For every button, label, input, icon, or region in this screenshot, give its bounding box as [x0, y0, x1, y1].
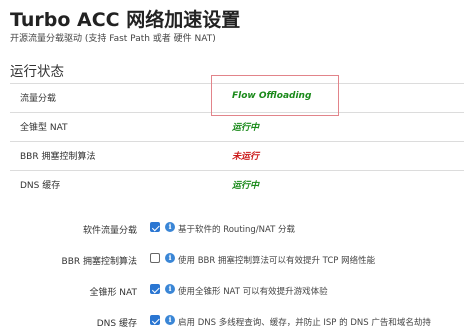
status-row-fullcone-nat: 全锥型 NAT 运行中 [10, 112, 464, 141]
fullcone-nat-checkbox[interactable] [150, 284, 160, 294]
status-value: 运行中 [232, 181, 260, 191]
config-help-text: 基于软件的 Routing/NAT 分载 [178, 225, 296, 235]
status-section-title: 运行状态 [10, 64, 64, 80]
info-circle-icon: i [165, 253, 175, 263]
config-row-software-offload: 软件流量分载 i 基于软件的 Routing/NAT 分载 [0, 219, 474, 241]
status-row-bbr: BBR 拥塞控制算法 未运行 [10, 141, 464, 170]
status-value: 运行中 [232, 123, 260, 133]
info-circle-icon: i [165, 284, 175, 294]
config-help-text: 使用 BBR 拥塞控制算法可以有效提升 TCP 网络性能 [178, 256, 376, 266]
info-circle-icon: i [165, 315, 175, 325]
config-row-dns-cache: DNS 缓存 i 启用 DNS 多线程查询、缓存，并防止 ISP 的 DNS 广… [0, 312, 474, 334]
config-label: BBR 拥塞控制算法 [61, 257, 137, 267]
config-row-fullcone-nat: 全锥形 NAT i 使用全锥形 NAT 可以有效提升游戏体验 [0, 281, 474, 303]
dns-cache-checkbox[interactable] [150, 315, 160, 325]
config-label: 软件流量分载 [82, 226, 137, 236]
config-label: DNS 缓存 [96, 319, 137, 329]
page-description: 开源流量分载驱动 (支持 Fast Path 或者 硬件 NAT) [10, 34, 216, 44]
highlight-box [211, 75, 339, 116]
config-row-bbr: BBR 拥塞控制算法 i 使用 BBR 拥塞控制算法可以有效提升 TCP 网络性… [0, 250, 474, 272]
status-row-dns-cache: DNS 缓存 运行中 [10, 170, 464, 199]
status-label: BBR 拥塞控制算法 [20, 152, 96, 162]
bbr-checkbox[interactable] [150, 253, 160, 263]
status-label: 流量分载 [20, 94, 57, 104]
software-offload-checkbox[interactable] [150, 222, 160, 232]
config-help-text: 启用 DNS 多线程查询、缓存，并防止 ISP 的 DNS 广告和域名劫持 [178, 318, 431, 328]
status-value: 未运行 [232, 152, 260, 162]
page-title: Turbo ACC 网络加速设置 [10, 9, 241, 31]
info-circle-icon: i [165, 222, 175, 232]
status-label: 全锥型 NAT [20, 123, 68, 133]
status-label: DNS 缓存 [20, 181, 61, 191]
config-label: 全锥形 NAT [89, 288, 137, 298]
config-help-text: 使用全锥形 NAT 可以有效提升游戏体验 [178, 287, 328, 297]
